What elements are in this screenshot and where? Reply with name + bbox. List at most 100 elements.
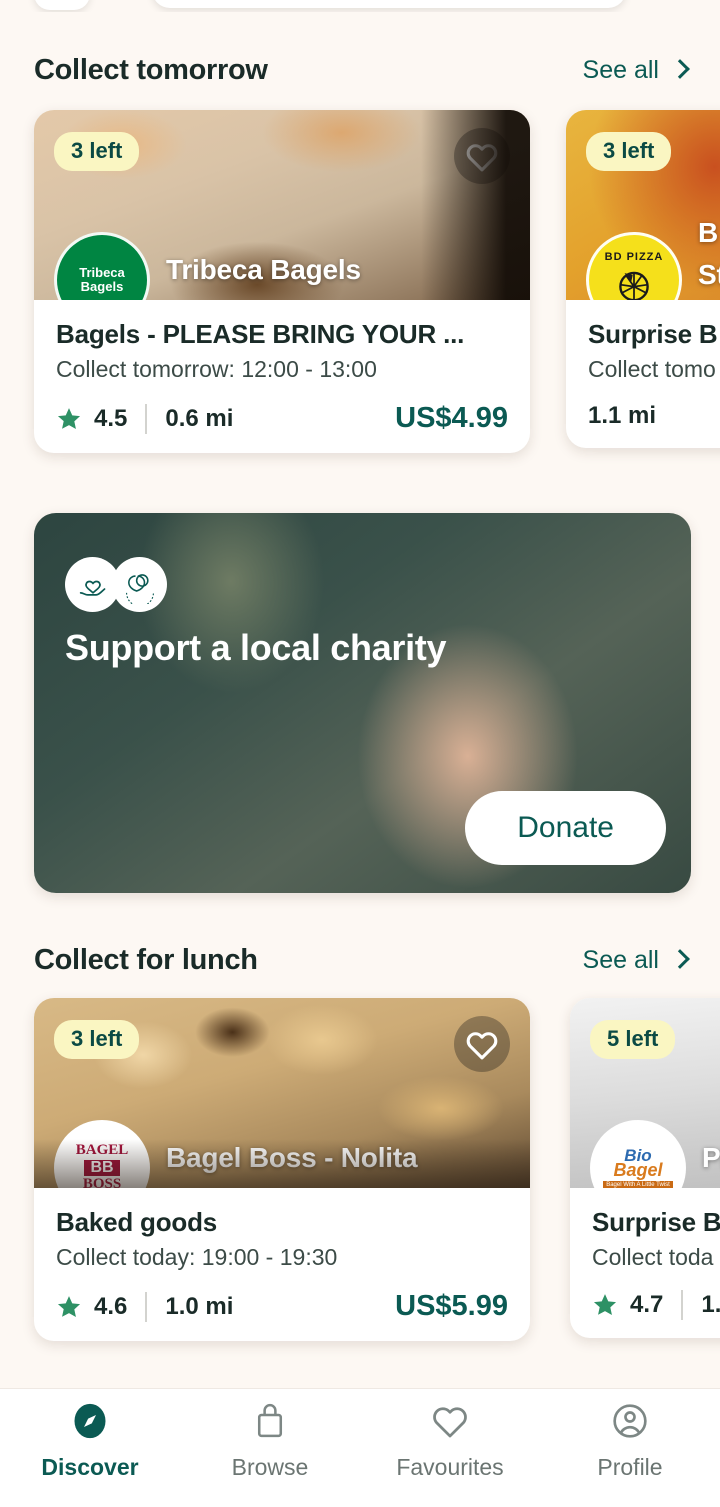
section-header-collect-tomorrow: Collect tomorrow See all	[0, 48, 720, 92]
nav-item-favourites[interactable]: Favourites	[360, 1389, 540, 1507]
rating-value: 4.7	[630, 1291, 664, 1318]
collect-time: Collect today: 19:00 - 19:30	[56, 1244, 338, 1270]
heart-outline-icon	[466, 143, 498, 171]
collect-time: Collect tomo	[588, 356, 716, 382]
nav-item-profile[interactable]: Profile	[540, 1389, 720, 1507]
store-card[interactable]: 3 left BAGEL BB BOSS Bagel Boss - Nolita	[34, 998, 530, 1341]
store-card-body: Baked goods Collect today: 19:00 - 19:30…	[34, 1188, 530, 1341]
store-logo-text-top: BAGEL	[75, 1141, 129, 1158]
star-icon	[57, 1295, 81, 1317]
nav-label: Profile	[597, 1454, 663, 1480]
nav-label: Favourites	[396, 1454, 504, 1480]
store-logo: Tribeca Bagels	[54, 232, 150, 300]
item-title: Bagels - PLEASE BRING YOUR ...	[56, 319, 465, 349]
nav-label: Browse	[231, 1454, 309, 1480]
item-title: Surprise B	[592, 1207, 720, 1237]
store-name: Bagel Boss - Nolita	[166, 1141, 418, 1173]
heart-outline-icon	[466, 1031, 498, 1059]
compass-icon	[70, 1401, 110, 1441]
card-meta-row: 4.6 1.0 mi US$5.99	[56, 1290, 508, 1323]
store-logo-text-mid: Bagel	[613, 1160, 663, 1180]
section-title: Collect tomorrow	[34, 53, 268, 86]
meta-divider	[145, 1291, 148, 1322]
store-card[interactable]: 3 left BD PIZZA B St	[566, 110, 720, 448]
chevron-right-icon	[672, 59, 686, 81]
distance-value: 1.1 mi	[588, 402, 657, 429]
bag-icon	[250, 1401, 290, 1441]
items-left-badge: 3 left	[54, 1020, 140, 1059]
store-image: 5 left Bio Bagel Bagel With A Little Twi…	[570, 998, 720, 1188]
nav-item-browse[interactable]: Browse	[180, 1389, 360, 1507]
too-good-to-go-logo-icon	[112, 557, 167, 612]
card-meta-row: 4.5 0.6 mi US$4.99	[56, 402, 508, 435]
favourite-button[interactable]	[454, 1016, 510, 1072]
items-left-badge: 3 left	[54, 132, 140, 171]
star-icon	[593, 1294, 617, 1315]
store-logo-text-mid: BB	[84, 1159, 120, 1177]
card-meta-row: 4.7 1.	[592, 1290, 720, 1320]
collect-time: Collect toda	[592, 1244, 714, 1270]
app-screen: Collect tomorrow See all 3 left Tribeca …	[0, 0, 720, 1507]
donate-button[interactable]: Donate	[465, 791, 666, 865]
rating-value: 4.5	[94, 404, 128, 432]
item-title: Surprise B	[588, 319, 718, 349]
store-logo-text-bottom: Bagel With A Little Twist	[603, 1181, 673, 1188]
hand-heart-glyph	[79, 580, 105, 596]
store-image: 3 left BD PIZZA B St	[566, 110, 720, 300]
card-meta-row: 1.1 mi	[588, 402, 720, 430]
person-icon	[610, 1401, 650, 1441]
store-name-line2: St	[698, 259, 720, 290]
charity-banner[interactable]: Support a local charity Donate	[34, 513, 691, 893]
heart-icon	[430, 1401, 470, 1441]
store-logo-text: Tribeca Bagels	[79, 264, 125, 294]
store-logo: Bio Bagel Bagel With A Little Twist	[590, 1120, 686, 1188]
see-all-collect-for-lunch[interactable]: See all	[583, 946, 686, 975]
nav-item-discover[interactable]: Discover	[0, 1389, 180, 1507]
price-value: US$5.99	[395, 1290, 508, 1322]
see-all-label: See all	[582, 945, 659, 974]
store-card[interactable]: 3 left Tribeca Bagels Tribeca Bagels Bag…	[34, 110, 530, 453]
peek-element-left	[34, 0, 90, 10]
store-logo-text: BD PIZZA	[604, 251, 664, 263]
store-card-body: Bagels - PLEASE BRING YOUR ... Collect t…	[34, 300, 530, 453]
store-card-body: Surprise B Collect tomo 1.1 mi	[566, 300, 720, 448]
charity-banner-title: Support a local charity	[65, 627, 447, 668]
store-image: 3 left BAGEL BB BOSS Bagel Boss - Nolita	[34, 998, 530, 1188]
see-all-collect-tomorrow[interactable]: See all	[583, 56, 686, 85]
collect-time: Collect tomorrow: 12:00 - 13:00	[56, 356, 377, 382]
item-title: Baked goods	[56, 1207, 218, 1237]
nav-label: Discover	[41, 1454, 139, 1480]
see-all-label: See all	[582, 55, 659, 84]
store-logo-text-bottom: BOSS	[82, 1176, 122, 1188]
bottom-navigation: Discover Browse Favourites Profile	[0, 1388, 720, 1507]
rating-value: 4.6	[94, 1292, 128, 1320]
peek-element-right	[152, 0, 626, 8]
price-value: US$4.99	[395, 402, 508, 434]
card-row-collect-tomorrow[interactable]: 3 left Tribeca Bagels Tribeca Bagels Bag…	[0, 110, 720, 470]
charity-banner-icons	[65, 557, 167, 612]
store-name: Tribeca Bagels	[166, 253, 361, 285]
store-logo: BAGEL BB BOSS	[54, 1120, 150, 1188]
scrolled-content-peek	[0, 0, 720, 12]
store-name: Pi	[702, 1141, 720, 1173]
store-card-body: Surprise B Collect toda 4.7 1.	[570, 1188, 720, 1338]
section-title: Collect for lunch	[34, 943, 258, 976]
distance-value: 0.6 mi	[165, 404, 234, 432]
store-logo: BD PIZZA	[586, 232, 682, 300]
store-image: 3 left Tribeca Bagels Tribeca Bagels	[34, 110, 530, 300]
store-card[interactable]: 5 left Bio Bagel Bagel With A Little Twi…	[570, 998, 720, 1338]
store-name-line1: B	[698, 217, 719, 248]
pizza-slice-icon	[619, 271, 649, 300]
star-icon	[57, 407, 81, 429]
meta-divider	[145, 403, 148, 434]
tgtg-glyph	[125, 573, 154, 604]
card-row-collect-for-lunch[interactable]: 3 left BAGEL BB BOSS Bagel Boss - Nolita	[0, 998, 720, 1348]
chevron-right-icon	[672, 949, 686, 971]
items-left-badge: 5 left	[590, 1020, 676, 1059]
distance-value: 1.0 mi	[165, 1292, 234, 1320]
favourite-button[interactable]	[454, 128, 510, 184]
distance-value: 1.	[701, 1291, 720, 1318]
meta-divider	[681, 1290, 684, 1320]
section-header-collect-for-lunch: Collect for lunch See all	[0, 938, 720, 982]
items-left-badge: 3 left	[586, 132, 672, 171]
